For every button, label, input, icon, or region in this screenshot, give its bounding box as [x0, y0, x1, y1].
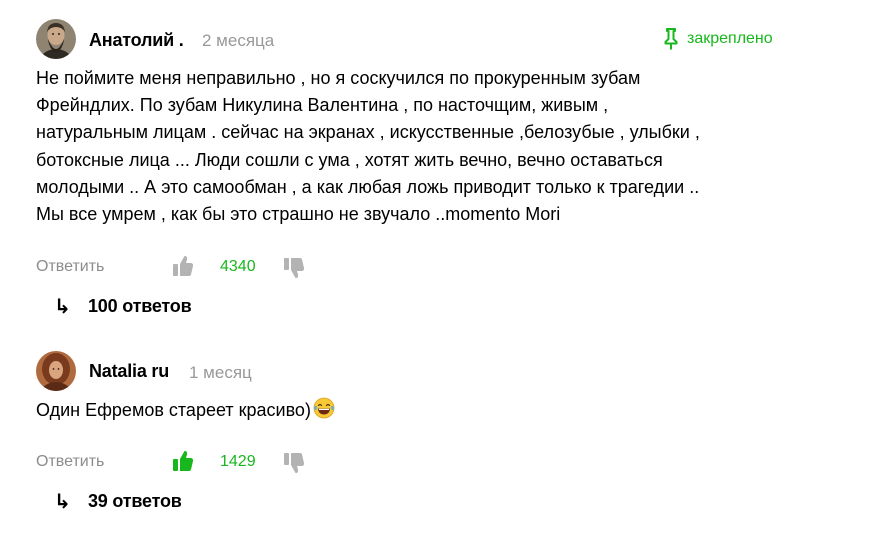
like-count: 4340 — [220, 258, 256, 275]
comment-text-line: Один Ефремов стареет красиво) — [36, 400, 311, 420]
comment-time: 2 месяца — [202, 31, 275, 50]
like-button[interactable] — [172, 254, 194, 283]
comment-text: Не поймите меня неправильно , но я соску… — [36, 65, 836, 228]
comment-text: Один Ефремов стареет красиво) — [36, 397, 836, 427]
pinned-label: закреплено — [687, 30, 773, 47]
thumbs-up-icon — [173, 450, 194, 471]
dislike-button[interactable] — [283, 451, 305, 480]
thumbs-down-icon — [284, 258, 305, 279]
comment-text-line: натуральным лицам . сейчас на экранах , … — [36, 122, 700, 143]
comment-text-line: Не поймите меня неправильно , но я соску… — [36, 68, 641, 88]
pin-icon — [664, 28, 678, 50]
show-replies-button[interactable]: ↳ 100 ответов — [54, 295, 192, 318]
comment-text-line: Фрейндлих. По зубам Никулина Валентина ,… — [36, 95, 609, 116]
dislike-button[interactable] — [283, 256, 305, 285]
avatar[interactable] — [36, 19, 76, 59]
face-with-tears-of-joy-icon — [313, 397, 335, 427]
like-button[interactable] — [172, 449, 194, 478]
comment-time: 1 месяц — [189, 363, 252, 382]
comment-text-line: Мы все умрем , как бы это страшно не зву… — [36, 204, 561, 225]
avatar[interactable] — [36, 351, 76, 391]
comment-author[interactable]: Анатолий . — [89, 30, 184, 51]
comment-text-line: ботоксные лица ... Люди сошли с ума , хо… — [36, 149, 663, 170]
reply-button[interactable]: Ответить — [36, 453, 104, 471]
comment-actions: Ответить 1429 — [36, 449, 336, 474]
pinned-badge: закреплено — [664, 28, 773, 50]
thumbs-up-icon — [173, 255, 194, 276]
comment-text-line: молодыми .. А это самообман , а как люба… — [36, 176, 700, 197]
reply-arrow-icon: ↳ — [54, 295, 71, 318]
reply-button[interactable]: Ответить — [36, 258, 104, 276]
replies-count: 100 ответов — [88, 296, 192, 316]
replies-count: 39 ответов — [88, 491, 182, 511]
comment-author[interactable]: Natalia ru — [89, 361, 169, 382]
like-count: 1429 — [220, 453, 256, 470]
reply-arrow-icon: ↳ — [54, 490, 71, 513]
thumbs-down-icon — [284, 453, 305, 474]
comment-actions: Ответить 4340 — [36, 254, 336, 279]
show-replies-button[interactable]: ↳ 39 ответов — [54, 491, 182, 512]
